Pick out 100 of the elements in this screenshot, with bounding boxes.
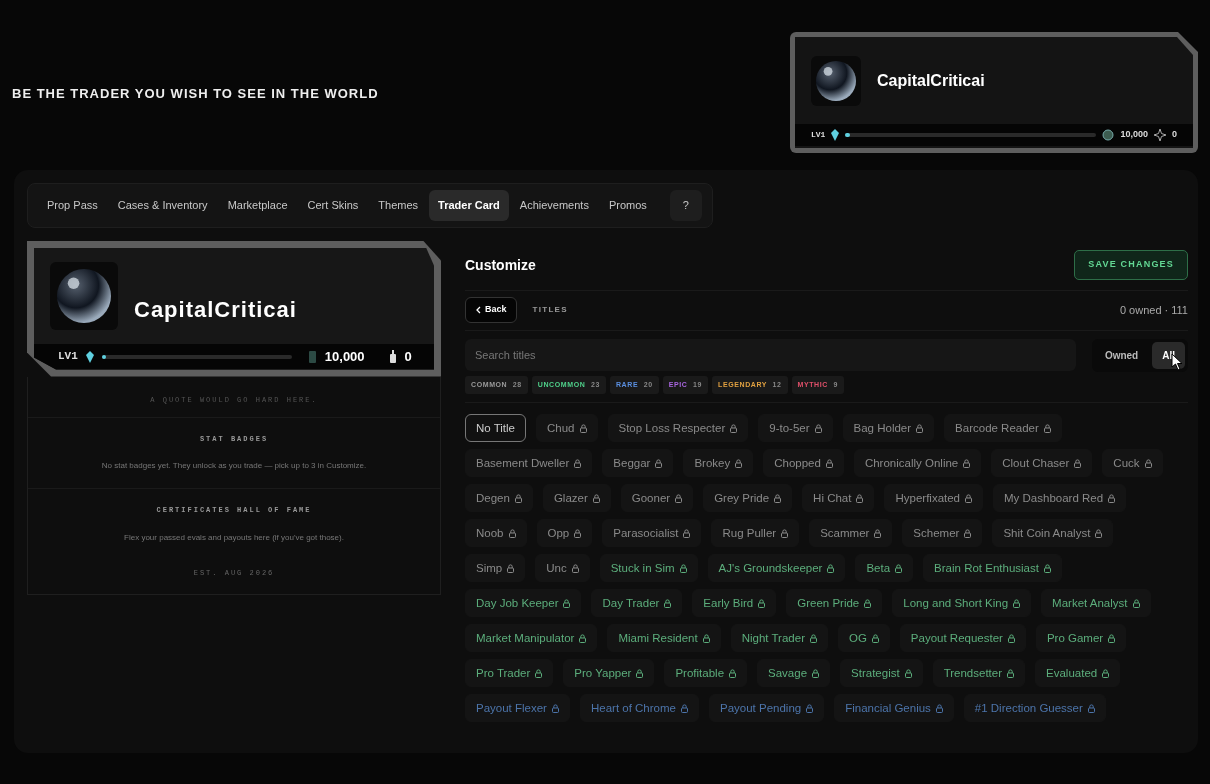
title-chip[interactable]: Financial Genius [834, 694, 954, 722]
tab[interactable]: Promos [599, 190, 656, 221]
title-chip[interactable]: OG [837, 624, 890, 652]
tab[interactable]: Themes [369, 190, 428, 221]
tab[interactable]: ? [669, 190, 702, 221]
lock-icon [574, 528, 582, 538]
lock-icon [636, 668, 644, 678]
title-chip[interactable]: Pro Gamer [1035, 624, 1127, 652]
title-chip[interactable]: Bag Holder [842, 414, 935, 442]
title-chip[interactable]: Unc [535, 554, 590, 582]
chevron-left-icon [475, 306, 481, 314]
title-chip[interactable]: Beta [855, 554, 914, 582]
title-chip[interactable]: Grey Pride [703, 484, 793, 512]
title-chip[interactable]: Stuck in Sim [599, 554, 698, 582]
tab[interactable]: Marketplace [218, 190, 297, 221]
title-chip[interactable]: Simp [465, 554, 526, 582]
title-chip[interactable]: Cuck [1102, 449, 1163, 477]
back-button[interactable]: Back [465, 297, 517, 323]
title-chip[interactable]: Early Bird [692, 589, 777, 617]
panel-title: Customize [465, 255, 536, 275]
title-chip[interactable]: Trendsetter [932, 659, 1026, 687]
title-chip[interactable]: Chopped [763, 449, 844, 477]
title-chip[interactable]: Opp [536, 519, 593, 547]
title-chip[interactable]: No Title [465, 414, 526, 442]
lock-icon [814, 423, 822, 433]
title-chip[interactable]: Schemer [902, 519, 983, 547]
title-chip[interactable]: AJ's Groundskeeper [707, 554, 846, 582]
search-field[interactable]: Search titles [465, 339, 1076, 371]
lock-icon [1095, 528, 1103, 538]
lock-icon [551, 703, 559, 713]
token-icon [307, 349, 317, 364]
title-chip[interactable]: Day Job Keeper [465, 589, 582, 617]
title-chip[interactable]: Degen [465, 484, 533, 512]
username: CapitalCriticai [877, 70, 985, 91]
empty-state-text: No stat badges yet. They unlock as you trade — pick up to 3 in Customize. [100, 460, 368, 472]
tab[interactable]: Trader Card [429, 190, 509, 221]
title-chip[interactable]: Glazer [542, 484, 611, 512]
title-chip[interactable]: Long and Short King [892, 589, 1032, 617]
title-chip[interactable]: Hyperfixated [884, 484, 983, 512]
lock-icon [730, 423, 738, 433]
lock-icon [874, 528, 882, 538]
title-chip[interactable]: Evaluated [1035, 659, 1121, 687]
title-chip[interactable]: Basement Dweller [465, 449, 593, 477]
tab[interactable]: Cert Skins [298, 190, 368, 221]
title-chip[interactable]: Shit Coin Analyst [992, 519, 1114, 547]
save-button[interactable]: SAVE CHANGES [1074, 250, 1188, 280]
title-chip[interactable]: My Dashboard Red [993, 484, 1127, 512]
title-chip[interactable]: #1 Direction Guesser [963, 694, 1106, 722]
level-label: LV1 [58, 349, 78, 365]
title-chip[interactable]: Profitable [664, 659, 748, 687]
lock-icon [812, 668, 820, 678]
tab[interactable]: Achievements [510, 190, 598, 221]
title-chip[interactable]: Pro Trader [465, 659, 554, 687]
lock-icon [574, 458, 582, 468]
title-chip[interactable]: Parasocialist [602, 519, 702, 547]
title-chip[interactable]: Beggar [602, 449, 674, 477]
title-chip[interactable]: Payout Requester [899, 624, 1026, 652]
title-chip[interactable]: Barcode Reader [944, 414, 1062, 442]
lock-icon [1007, 633, 1015, 643]
tab[interactable]: Cases & Inventory [108, 190, 217, 221]
title-chip[interactable]: 9-to-5er [758, 414, 833, 442]
title-chip[interactable]: Night Trader [730, 624, 828, 652]
lock-icon [916, 423, 924, 433]
title-chip[interactable]: Scammer [809, 519, 893, 547]
lock-icon [825, 458, 833, 468]
title-chip[interactable]: Green Pride [786, 589, 883, 617]
title-chip[interactable]: Market Manipulator [465, 624, 598, 652]
tab[interactable]: Prop Pass [38, 190, 107, 221]
title-chip[interactable]: Clout Chaser [991, 449, 1093, 477]
title-chip[interactable]: Savage [757, 659, 831, 687]
lock-icon [508, 528, 516, 538]
lock-icon [514, 493, 522, 503]
filter-option[interactable]: Owned [1094, 341, 1149, 369]
title-chip[interactable]: Payout Pending [708, 694, 825, 722]
title-chip[interactable]: Heart of Chrome [579, 694, 699, 722]
title-chip[interactable]: Brokey [683, 449, 754, 477]
title-chip[interactable]: Rug Puller [711, 519, 800, 547]
title-chip[interactable]: Pro Yapper [563, 659, 655, 687]
owned-count: 0 owned · 111 [1119, 302, 1188, 318]
lock-icon [758, 598, 766, 608]
gem-icon [85, 350, 94, 363]
title-chip[interactable]: Hi Chat [802, 484, 875, 512]
lock-icon [655, 458, 663, 468]
title-chip[interactable]: Payout Flexer [465, 694, 570, 722]
lock-icon [1013, 598, 1021, 608]
title-chip[interactable]: Strategist [840, 659, 923, 687]
title-chip[interactable]: Chud [536, 414, 598, 442]
coin-count: 10,000 [324, 347, 365, 366]
title-chip[interactable]: Gooner [620, 484, 694, 512]
title-chip[interactable]: Market Analyst [1041, 589, 1151, 617]
title-chip[interactable]: Day Trader [591, 589, 683, 617]
title-chip[interactable]: Brain Rot Enthusiast [923, 554, 1062, 582]
lock-icon [563, 598, 571, 608]
title-chip[interactable]: Chronically Online [853, 449, 982, 477]
title-chip[interactable]: Miami Resident [607, 624, 721, 652]
title-chip[interactable]: Stop Loss Respecter [607, 414, 749, 442]
title-chip[interactable]: Noob [465, 519, 527, 547]
coin-icon [1102, 129, 1115, 141]
lock-icon [664, 598, 672, 608]
lock-icon [1108, 633, 1116, 643]
